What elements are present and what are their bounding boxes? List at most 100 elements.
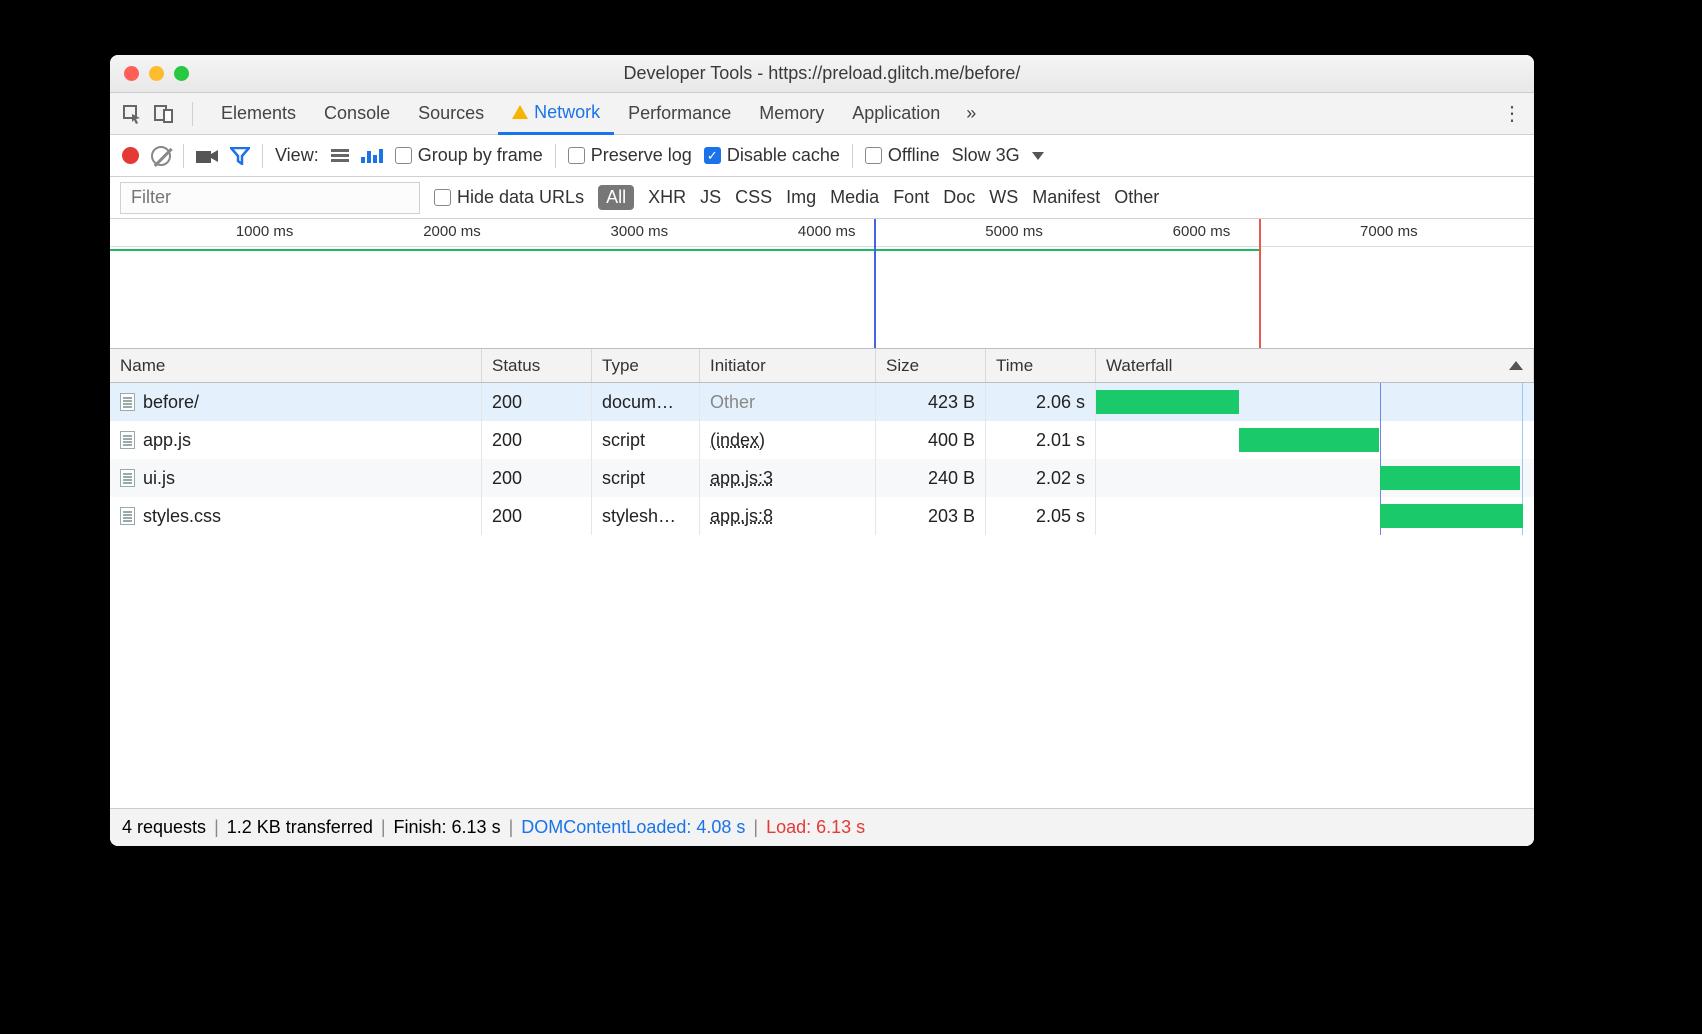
tab-application[interactable]: Application — [838, 93, 954, 135]
cell-name: app.js — [110, 421, 482, 459]
checkbox-icon — [568, 147, 585, 164]
overview-tick: 5000 ms — [985, 223, 1047, 240]
tab-label: Console — [324, 103, 390, 124]
filter-type-ws[interactable]: WS — [989, 187, 1018, 208]
col-waterfall-label: Waterfall — [1106, 356, 1172, 376]
status-requests: 4 requests — [122, 817, 206, 838]
col-name[interactable]: Name — [110, 349, 482, 382]
status-separator: | — [214, 817, 219, 838]
preserve-log-label: Preserve log — [591, 145, 692, 166]
filter-type-xhr[interactable]: XHR — [648, 187, 686, 208]
file-icon — [120, 469, 135, 487]
filter-type-doc[interactable]: Doc — [943, 187, 975, 208]
filter-type-img[interactable]: Img — [786, 187, 816, 208]
file-icon — [120, 393, 135, 411]
disable-cache-checkbox[interactable]: ✓ Disable cache — [704, 145, 840, 166]
filter-bar: Hide data URLs All XHR JS CSS Img Media Font Do… — [110, 177, 1534, 219]
hide-data-urls-checkbox[interactable]: Hide data URLs — [434, 187, 584, 208]
filter-type-manifest[interactable]: Manifest — [1032, 187, 1100, 208]
disable-cache-label: Disable cache — [727, 145, 840, 166]
offline-checkbox[interactable]: Offline — [865, 145, 940, 166]
close-window-button[interactable] — [124, 66, 139, 81]
waterfall-guide — [1380, 421, 1381, 459]
maximize-window-button[interactable] — [174, 66, 189, 81]
filter-type-all[interactable]: All — [598, 185, 634, 210]
table-row[interactable]: app.js200script(index)400 B2.01 s — [110, 421, 1534, 459]
col-size[interactable]: Size — [876, 349, 986, 382]
tabstrip-separator — [192, 102, 193, 126]
overflow-tabs-icon[interactable]: » — [958, 103, 984, 124]
screenshot-icon[interactable] — [196, 148, 218, 164]
col-status[interactable]: Status — [482, 349, 592, 382]
toolbar-separator — [555, 144, 556, 168]
request-table: Name Status Type Initiator Size Time Wat… — [110, 349, 1534, 808]
minimize-window-button[interactable] — [149, 66, 164, 81]
large-rows-icon[interactable] — [331, 149, 349, 162]
overview-ruler: 1000 ms2000 ms3000 ms4000 ms5000 ms6000 … — [110, 219, 1534, 247]
waterfall-guide — [1522, 459, 1523, 497]
window-title: Developer Tools - https://preload.glitch… — [110, 63, 1534, 84]
table-row[interactable]: before/200docum…Other423 B2.06 s — [110, 383, 1534, 421]
tab-elements[interactable]: Elements — [207, 93, 310, 135]
filter-type-js[interactable]: JS — [700, 187, 721, 208]
cell-time: 2.02 s — [986, 459, 1096, 497]
inspect-element-icon[interactable] — [118, 100, 146, 128]
cell-waterfall — [1096, 383, 1534, 421]
checkbox-icon — [395, 147, 412, 164]
preserve-log-checkbox[interactable]: Preserve log — [568, 145, 692, 166]
table-row[interactable]: ui.js200scriptapp.js:3240 B2.02 s — [110, 459, 1534, 497]
throttling-value: Slow 3G — [952, 145, 1020, 166]
table-header: Name Status Type Initiator Size Time Wat… — [110, 349, 1534, 383]
overview-activity-line — [110, 249, 1259, 251]
tab-memory[interactable]: Memory — [745, 93, 838, 135]
filter-type-media[interactable]: Media — [830, 187, 879, 208]
checkbox-checked-icon: ✓ — [704, 147, 721, 164]
col-time[interactable]: Time — [986, 349, 1096, 382]
overview-tick: 3000 ms — [611, 223, 673, 240]
overview-toggle-icon[interactable] — [361, 149, 383, 163]
cell-initiator: (index) — [700, 421, 876, 459]
group-by-frame-checkbox[interactable]: Group by frame — [395, 145, 543, 166]
cell-waterfall — [1096, 421, 1534, 459]
initiator-link[interactable]: app.js:3 — [710, 468, 773, 489]
cell-time-text: 2.01 s — [1036, 430, 1085, 451]
tab-console[interactable]: Console — [310, 93, 404, 135]
traffic-lights — [110, 66, 189, 81]
tab-network[interactable]: Network — [498, 93, 614, 135]
filter-type-font[interactable]: Font — [893, 187, 929, 208]
file-icon — [120, 431, 135, 449]
initiator-link[interactable]: (index) — [710, 430, 765, 451]
record-button[interactable] — [122, 147, 139, 164]
toolbar-separator — [183, 144, 184, 168]
cell-type-text: script — [602, 468, 645, 489]
throttling-select[interactable]: Slow 3G — [952, 145, 1044, 166]
view-label: View: — [275, 145, 319, 166]
col-waterfall[interactable]: Waterfall — [1096, 349, 1534, 382]
tab-performance[interactable]: Performance — [614, 93, 745, 135]
device-toggle-icon[interactable] — [150, 100, 178, 128]
status-dcl: DOMContentLoaded: 4.08 s — [521, 817, 745, 838]
more-options-icon[interactable]: ⋮ — [1498, 101, 1526, 126]
col-type[interactable]: Type — [592, 349, 700, 382]
cell-status: 200 — [482, 497, 592, 535]
cell-initiator: app.js:3 — [700, 459, 876, 497]
filter-type-css[interactable]: CSS — [735, 187, 772, 208]
panel-tabstrip: Elements Console SourcesNetworkPerformance… — [110, 93, 1534, 135]
filter-toggle-icon[interactable] — [230, 147, 250, 165]
table-row[interactable]: styles.css200stylesh…app.js:8203 B2.05 s — [110, 497, 1534, 535]
cell-size: 400 B — [876, 421, 986, 459]
cell-waterfall — [1096, 459, 1534, 497]
filter-type-other[interactable]: Other — [1114, 187, 1159, 208]
clear-button[interactable] — [151, 146, 171, 166]
overview-tick: 2000 ms — [423, 223, 485, 240]
cell-name-text: before/ — [143, 392, 199, 413]
col-initiator[interactable]: Initiator — [700, 349, 876, 382]
initiator-link[interactable]: app.js:8 — [710, 506, 773, 527]
cell-size-text: 240 B — [928, 468, 975, 489]
tab-sources[interactable]: Sources — [404, 93, 498, 135]
checkbox-icon — [865, 147, 882, 164]
timeline-overview[interactable]: 1000 ms2000 ms3000 ms4000 ms5000 ms6000 … — [110, 219, 1534, 349]
filter-input[interactable] — [120, 182, 420, 214]
waterfall-bar — [1380, 466, 1520, 490]
initiator-link: Other — [710, 392, 755, 413]
